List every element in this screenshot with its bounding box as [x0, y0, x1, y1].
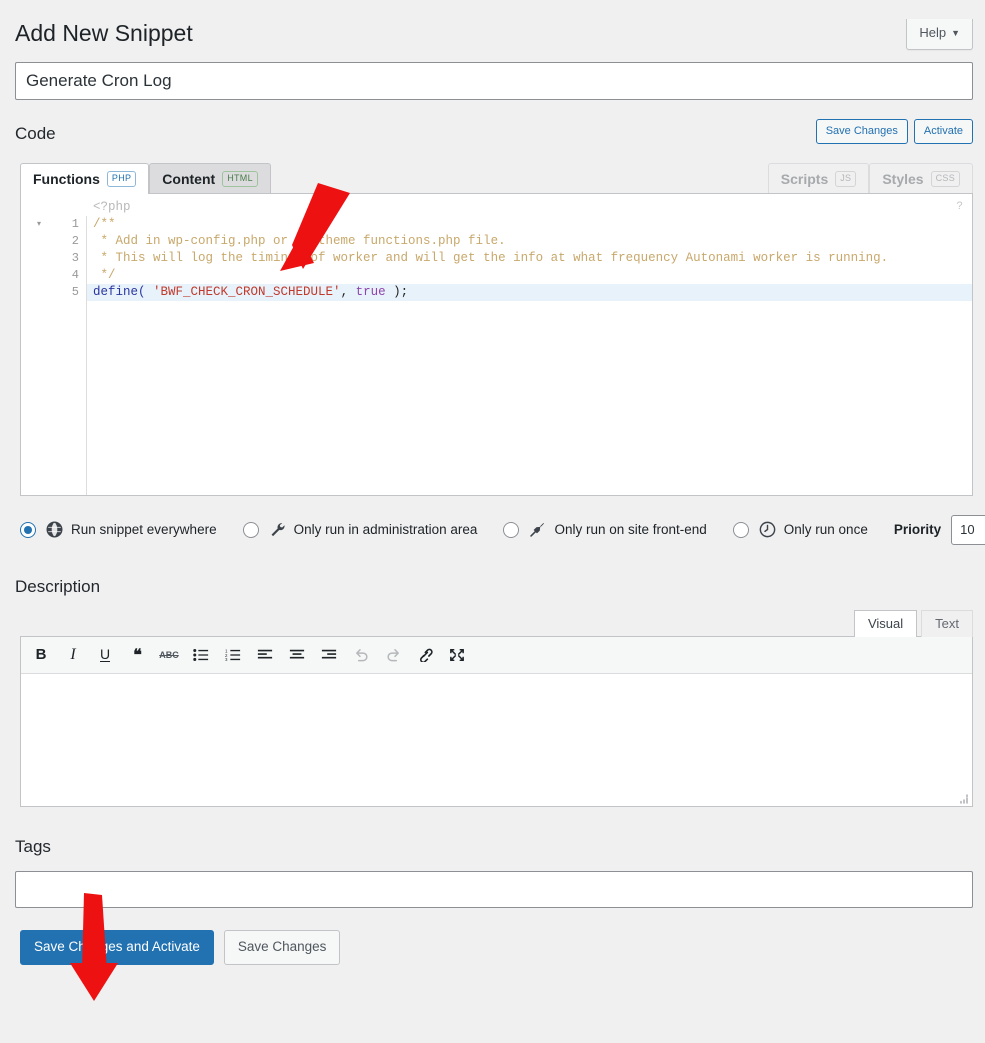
snippet-title-input[interactable] — [15, 61, 973, 100]
bold-icon[interactable]: B — [25, 640, 57, 670]
save-and-activate-button[interactable]: Save Changes and Activate — [20, 929, 214, 966]
line-number: 5 — [71, 284, 79, 299]
code-line: * This will log the timings of worker an… — [93, 250, 889, 265]
tab-content-label: Content — [162, 170, 216, 187]
svg-text:3: 3 — [225, 657, 228, 662]
line-number: 3 — [71, 250, 79, 265]
html-badge: HTML — [222, 171, 258, 187]
strikethrough-icon[interactable]: ABC — [153, 640, 185, 670]
tags-heading: Tags — [15, 836, 51, 856]
code-header-actions: Save Changes Activate — [815, 118, 973, 145]
align-center-icon[interactable] — [281, 640, 313, 670]
code-line: * Add in wp-config.php or om theme funct… — [93, 233, 506, 248]
code-line: /** — [93, 216, 116, 231]
radio-admin-only[interactable] — [242, 521, 259, 538]
line-number: 2 — [71, 233, 79, 248]
priority-input[interactable] — [951, 514, 985, 545]
code-token-function: define( — [93, 284, 146, 299]
tab-functions[interactable]: Functions PHP — [20, 162, 150, 194]
tab-functions-label: Functions — [33, 170, 100, 187]
editor-lines: /** * Add in wp-config.php or om theme f… — [21, 216, 972, 301]
italic-icon[interactable]: I — [57, 640, 89, 670]
php-open-tag: <?php — [93, 199, 131, 214]
priority-field: Priority — [893, 514, 985, 545]
scope-option-admin[interactable]: Only run in administration area — [242, 521, 478, 539]
description-toolbar: B I U ❝ ABC 123 — [21, 636, 972, 674]
numbered-list-icon[interactable]: 123 — [217, 640, 249, 670]
wrench-icon — [268, 521, 287, 539]
priority-label: Priority — [893, 522, 942, 538]
css-badge: CSS — [930, 171, 960, 187]
scope-option-label: Only run once — [783, 522, 868, 538]
description-textarea[interactable] — [21, 673, 972, 806]
scope-option-everywhere[interactable]: Run snippet everywhere — [20, 521, 217, 539]
tab-scripts-label: Scripts — [780, 170, 829, 187]
page-title: Add New Snippet — [15, 20, 193, 46]
code-section-header: Code Save Changes Activate — [12, 118, 973, 160]
pin-icon — [528, 521, 547, 539]
editor-body: ▾ 1 2 3 4 5 /** * Add in wp-config.php o… — [21, 215, 972, 495]
tab-content[interactable]: Content HTML — [149, 162, 271, 194]
save-changes-bottom-button[interactable]: Save Changes — [223, 929, 341, 966]
tab-styles[interactable]: Styles CSS — [869, 162, 973, 194]
code-token-string: 'BWF_CHECK_CRON_SCHEDULE' — [145, 284, 341, 299]
activate-button[interactable]: Activate — [913, 118, 973, 145]
save-changes-top-button[interactable]: Save Changes — [815, 118, 908, 145]
tab-scripts[interactable]: Scripts JS — [767, 162, 870, 194]
align-left-icon[interactable] — [249, 640, 281, 670]
resize-grip-icon[interactable] — [955, 790, 969, 804]
scope-option-label: Only run in administration area — [293, 522, 478, 538]
code-line-active: define( 'BWF_CHECK_CRON_SCHEDULE', true … — [21, 283, 972, 301]
tab-styles-label: Styles — [882, 170, 924, 187]
description-heading: Description — [15, 576, 101, 596]
clock-icon — [758, 521, 777, 539]
code-section-heading: Code — [15, 123, 56, 143]
radio-front-end-only[interactable] — [503, 521, 520, 538]
js-badge: JS — [835, 171, 857, 187]
scope-option-frontend[interactable]: Only run on site front-end — [503, 521, 707, 539]
code-token-close: ); — [385, 284, 409, 299]
description-editor: B I U ❝ ABC 123 — [20, 635, 973, 807]
code-tabs: Functions PHP Content HTML Scripts JS St… — [20, 160, 973, 194]
scope-option-label: Only run on site front-end — [554, 522, 707, 538]
tags-input[interactable] — [15, 870, 973, 908]
code-line: */ — [93, 267, 116, 282]
radio-run-everywhere[interactable] — [20, 521, 36, 538]
blockquote-icon[interactable]: ❝ — [121, 640, 153, 670]
tab-text[interactable]: Text — [921, 609, 973, 637]
underline-icon[interactable]: U — [89, 640, 121, 670]
code-token-comma: , — [340, 284, 356, 299]
tab-visual[interactable]: Visual — [853, 609, 918, 637]
scope-option-once[interactable]: Only run once — [732, 521, 868, 539]
bullet-list-icon[interactable] — [185, 640, 217, 670]
globe-icon — [45, 521, 64, 539]
code-editor[interactable]: ? <?php ▾ 1 2 3 4 5 /** * Add in wp-conf… — [20, 192, 973, 496]
php-badge: PHP — [106, 171, 137, 187]
redo-icon[interactable] — [377, 640, 409, 670]
fullscreen-icon[interactable] — [441, 640, 473, 670]
scope-option-label: Run snippet everywhere — [71, 522, 217, 538]
align-right-icon[interactable] — [313, 640, 345, 670]
radio-run-once[interactable] — [732, 521, 749, 538]
line-number: 4 — [71, 267, 79, 282]
editor-gutter: ▾ 1 2 3 4 5 — [21, 215, 87, 495]
undo-icon[interactable] — [345, 640, 377, 670]
editor-mode-tabs: Visual Text — [12, 609, 973, 637]
code-token-keyword: true — [355, 284, 386, 299]
fold-toggle-icon[interactable]: ▾ — [33, 216, 45, 233]
link-icon[interactable] — [409, 640, 441, 670]
snippet-scope-row: Run snippet everywhere Only run in admin… — [20, 513, 985, 547]
editor-help-marker[interactable]: ? — [956, 199, 963, 216]
form-footer-actions: Save Changes and Activate Save Changes — [20, 929, 973, 966]
line-number: 1 — [71, 216, 79, 231]
